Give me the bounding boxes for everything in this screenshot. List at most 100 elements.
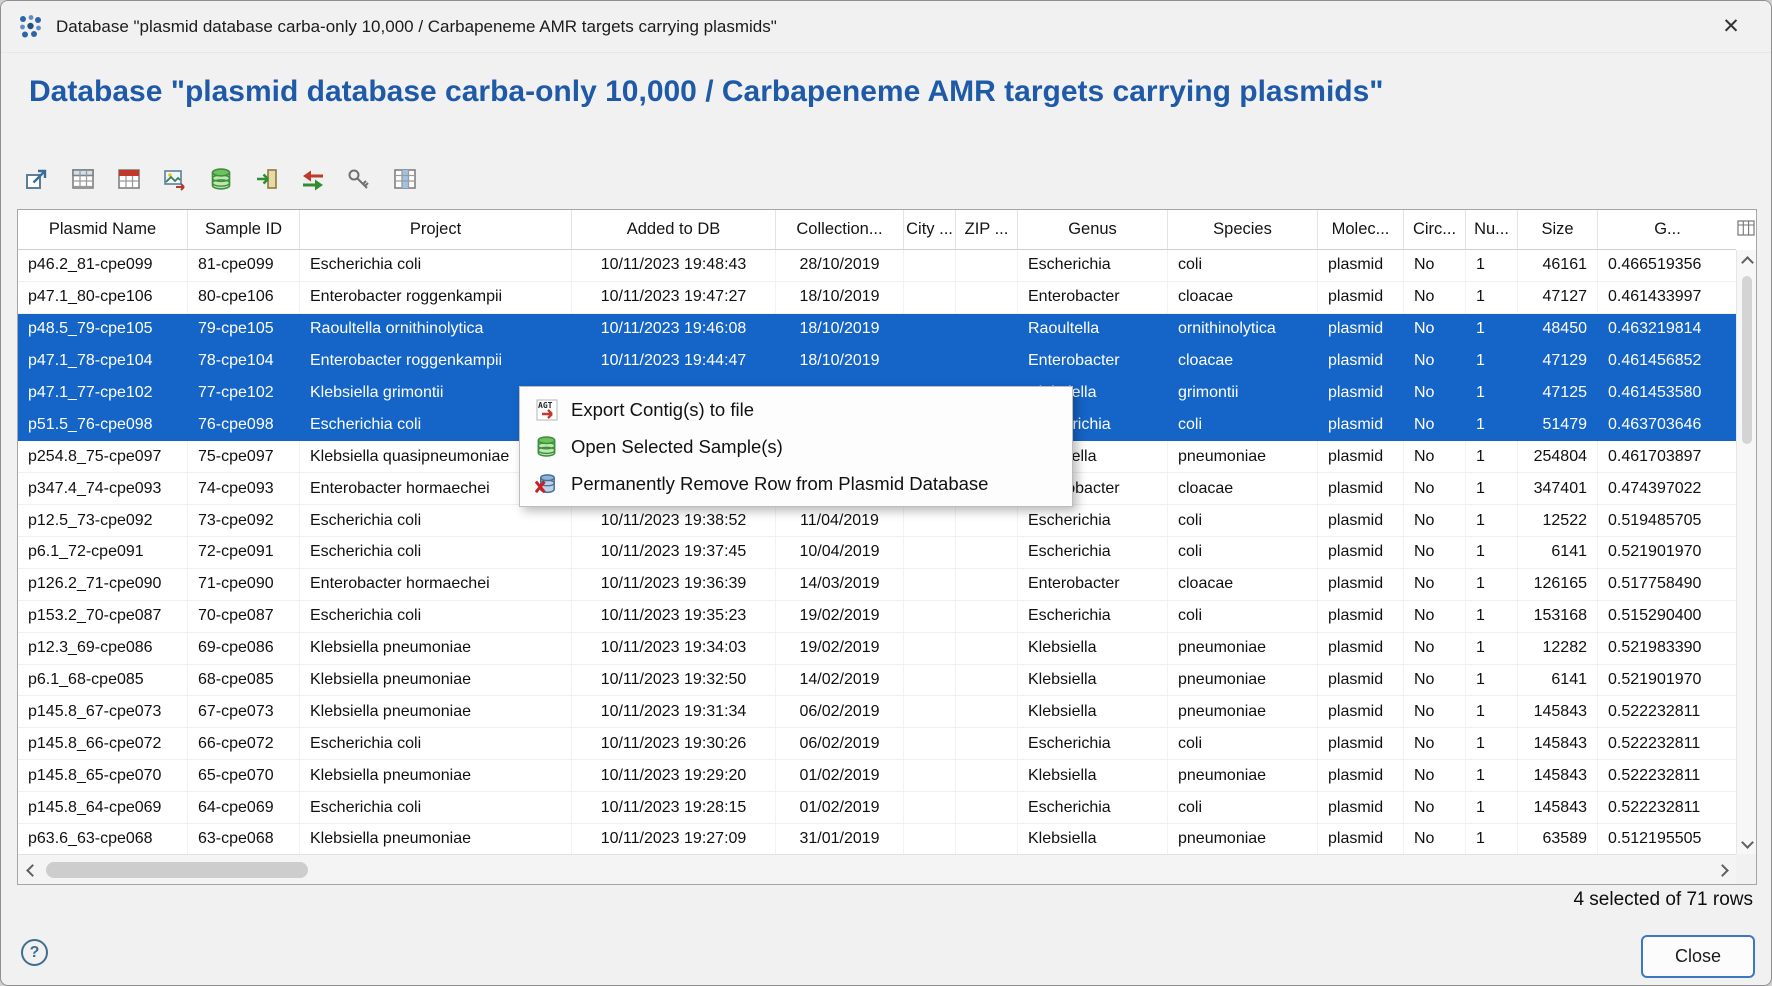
column-picker-icon[interactable] [1737,219,1755,237]
cell-plasmid_name: p153.2_70-cpe087 [18,601,188,632]
cell-number: 1 [1466,633,1518,664]
cell-project: Klebsiella pneumoniae [300,665,572,696]
open-sample-icon [534,434,559,459]
menu-item-open-selected-sample-s[interactable]: Open Selected Sample(s) [520,428,1072,465]
column-header-genus[interactable]: Genus [1018,210,1168,249]
table-row[interactable]: p153.2_70-cpe08770-cpe087Escherichia col… [18,601,1736,633]
cell-plasmid_name: p145.8_65-cpe070 [18,760,188,791]
cell-molecule: plasmid [1318,569,1404,600]
table-row[interactable]: p47.1_78-cpe10478-cpe104Enterobacter rog… [18,346,1736,378]
cell-gc: 0.521983390 [1598,633,1736,664]
database-icon[interactable] [207,165,235,193]
vertical-scroll-thumb[interactable] [1742,276,1752,444]
cell-sample_id: 78-cpe104 [188,346,300,377]
table-row[interactable]: p126.2_71-cpe09071-cpe090Enterobacter ho… [18,569,1736,601]
cell-collection_date: 11/04/2019 [776,505,904,536]
column-header-molecule[interactable]: Molec... [1318,210,1404,249]
column-header-circular[interactable]: Circ... [1404,210,1466,249]
vertical-scrollbar[interactable] [1736,250,1756,854]
import-icon[interactable] [253,165,281,193]
column-header-added_to_db[interactable]: Added to DB [572,210,776,249]
export-icon[interactable] [23,165,51,193]
cell-species: pneumoniae [1168,760,1318,791]
cell-project: Enterobacter hormaechei [300,569,572,600]
table-row[interactable]: p12.5_73-cpe09273-cpe092Escherichia coli… [18,505,1736,537]
cell-size: 145843 [1518,728,1598,759]
swap-arrows-icon[interactable] [299,165,327,193]
scroll-right-icon[interactable] [1708,855,1736,885]
column-header-species[interactable]: Species [1168,210,1318,249]
key-icon[interactable] [345,165,373,193]
column-header-number[interactable]: Nu... [1466,210,1518,249]
scroll-up-icon[interactable] [1737,250,1757,274]
column-header-size[interactable]: Size [1518,210,1598,249]
cell-plasmid_name: p63.6_63-cpe068 [18,824,188,854]
menu-item-permanently-remove-row-from-plasmid-database[interactable]: Permanently Remove Row from Plasmid Data… [520,465,1072,502]
cell-size: 153168 [1518,601,1598,632]
cell-species: pneumoniae [1168,824,1318,854]
cell-sample_id: 75-cpe097 [188,441,300,472]
cell-plasmid_name: p47.1_78-cpe104 [18,346,188,377]
cell-sample_id: 70-cpe087 [188,601,300,632]
cell-circular: No [1404,696,1466,727]
column-grid-icon[interactable] [391,165,419,193]
cell-zip [956,696,1018,727]
cell-city [904,696,956,727]
cell-size: 51479 [1518,409,1598,440]
column-header-collection_date[interactable]: Collection... [776,210,904,249]
cell-sample_id: 66-cpe072 [188,728,300,759]
horizontal-scrollbar[interactable] [18,854,1736,884]
table-row[interactable]: p12.3_69-cpe08669-cpe086Klebsiella pneum… [18,633,1736,665]
cell-number: 1 [1466,537,1518,568]
cell-gc: 0.521901970 [1598,665,1736,696]
cell-genus: Enterobacter [1018,346,1168,377]
help-button[interactable]: ? [21,939,48,966]
table-row[interactable]: p145.8_64-cpe06964-cpe069Escherichia col… [18,792,1736,824]
cell-molecule: plasmid [1318,696,1404,727]
cell-added_to_db: 10/11/2023 19:46:08 [572,314,776,345]
cell-size: 254804 [1518,441,1598,472]
cell-size: 46161 [1518,250,1598,281]
cell-circular: No [1404,537,1466,568]
column-header-plasmid_name[interactable]: Plasmid Name [18,210,188,249]
scroll-left-icon[interactable] [18,855,46,885]
table-row[interactable]: p46.2_81-cpe09981-cpe099Escherichia coli… [18,250,1736,282]
column-header-gc[interactable]: G... [1598,210,1736,249]
export-image-icon[interactable] [161,165,189,193]
cell-species: cloacae [1168,473,1318,504]
table-icon[interactable] [69,165,97,193]
cell-circular: No [1404,665,1466,696]
cell-collection_date: 18/10/2019 [776,346,904,377]
table-row[interactable]: p145.8_65-cpe07065-cpe070Klebsiella pneu… [18,760,1736,792]
table-row[interactable]: p145.8_67-cpe07367-cpe073Klebsiella pneu… [18,696,1736,728]
cell-species: coli [1168,792,1318,823]
save-table-icon[interactable] [115,165,143,193]
close-button[interactable]: Close [1641,935,1755,978]
window-close-icon[interactable]: ✕ [1709,9,1753,45]
cell-sample_id: 74-cpe093 [188,473,300,504]
cell-collection_date: 06/02/2019 [776,728,904,759]
table-row[interactable]: p47.1_80-cpe10680-cpe106Enterobacter rog… [18,282,1736,314]
horizontal-scroll-thumb[interactable] [46,862,308,878]
cell-zip [956,346,1018,377]
cell-collection_date: 01/02/2019 [776,760,904,791]
column-header-city[interactable]: City ... [904,210,956,249]
cell-city [904,728,956,759]
cell-project: Escherichia coli [300,728,572,759]
column-header-sample_id[interactable]: Sample ID [188,210,300,249]
cell-sample_id: 65-cpe070 [188,760,300,791]
menu-item-export-contig-s-to-file[interactable]: AGTExport Contig(s) to file [520,391,1072,428]
table-row[interactable]: p63.6_63-cpe06863-cpe068Klebsiella pneum… [18,824,1736,854]
table-row[interactable]: p48.5_79-cpe10579-cpe105Raoultella ornit… [18,314,1736,346]
table-row[interactable]: p6.1_72-cpe09172-cpe091Escherichia coli1… [18,537,1736,569]
column-header-zip[interactable]: ZIP ... [956,210,1018,249]
cell-added_to_db: 10/11/2023 19:38:52 [572,505,776,536]
cell-species: coli [1168,409,1318,440]
cell-added_to_db: 10/11/2023 19:36:39 [572,569,776,600]
table-row[interactable]: p145.8_66-cpe07266-cpe072Escherichia col… [18,728,1736,760]
scroll-down-icon[interactable] [1737,830,1757,854]
column-header-project[interactable]: Project [300,210,572,249]
table-row[interactable]: p6.1_68-cpe08568-cpe085Klebsiella pneumo… [18,665,1736,697]
cell-circular: No [1404,282,1466,313]
cell-molecule: plasmid [1318,441,1404,472]
